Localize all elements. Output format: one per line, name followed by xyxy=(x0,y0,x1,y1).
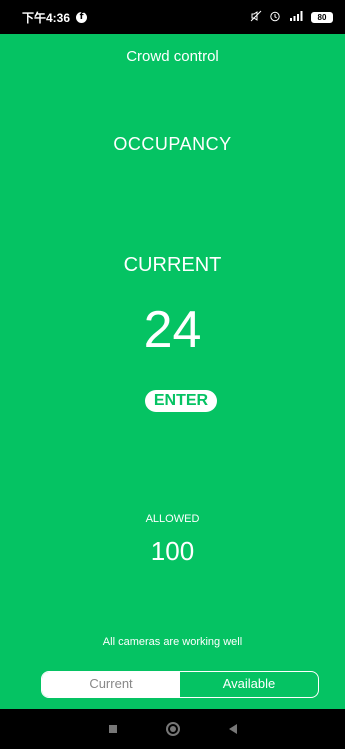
current-label: CURRENT xyxy=(123,254,222,276)
status-bar: 下午4:36 f 80 xyxy=(0,0,345,34)
triangle-back-icon xyxy=(228,724,237,734)
recent-apps-button[interactable] xyxy=(83,709,143,749)
allowed-label: ALLOWED xyxy=(145,513,200,525)
battery-icon: 80 xyxy=(311,11,333,23)
tab-current[interactable]: Current xyxy=(42,672,180,697)
circle-icon xyxy=(165,722,180,736)
app-title: Crowd control xyxy=(126,48,219,65)
signal-icon xyxy=(288,10,304,25)
facebook-notification-icon: f xyxy=(76,11,88,23)
view-toggle: Current Available xyxy=(41,671,319,698)
square-icon xyxy=(108,725,117,733)
back-button[interactable] xyxy=(203,709,263,749)
allowed-value: 100 xyxy=(150,536,195,566)
occupancy-heading: OCCUPANCY xyxy=(113,134,232,154)
enter-button[interactable]: ENTER xyxy=(145,390,217,412)
alarm-icon xyxy=(269,10,281,25)
mute-icon xyxy=(250,10,262,25)
status-time: 下午4:36 xyxy=(22,10,71,25)
camera-status-text: All cameras are working well xyxy=(102,636,243,648)
home-button[interactable] xyxy=(143,709,203,749)
current-occupancy-value: 24 xyxy=(143,301,202,359)
navigation-bar xyxy=(0,709,345,749)
tab-available[interactable]: Available xyxy=(180,672,318,697)
